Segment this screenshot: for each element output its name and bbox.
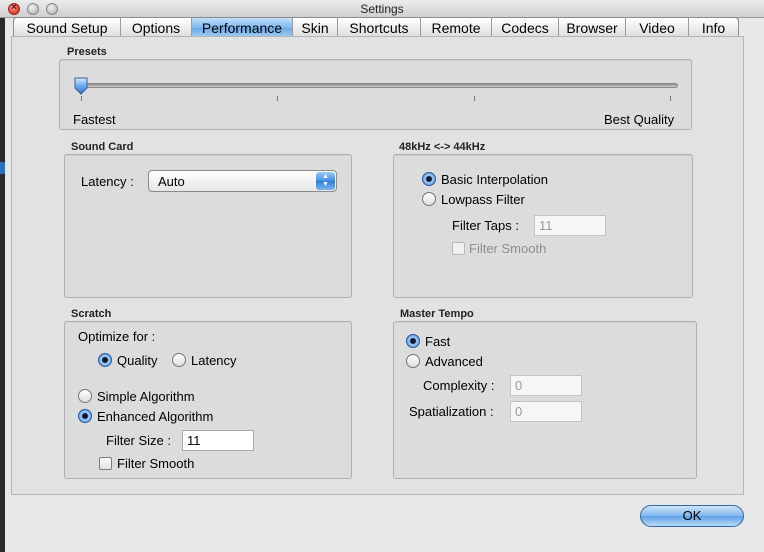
sound-card-label: Sound Card: [71, 141, 134, 153]
tab-sound-setup[interactable]: Sound Setup: [14, 18, 121, 38]
tab-remote[interactable]: Remote: [421, 18, 492, 38]
optimize-for-label: Optimize for :: [78, 329, 156, 344]
master-tempo-label: Master Tempo: [400, 308, 474, 320]
fast-radio[interactable]: [406, 334, 420, 348]
tab-performance[interactable]: Performance: [192, 18, 293, 38]
background-window-accent: [0, 162, 5, 174]
simple-algorithm-radio[interactable]: [78, 389, 92, 403]
quality-label[interactable]: Quality: [117, 353, 157, 368]
filter-size-label: Filter Size :: [106, 433, 172, 448]
latency-option-label[interactable]: Latency: [191, 353, 237, 368]
filter-size-field[interactable]: 11: [182, 430, 254, 451]
resample-filter-smooth-checkbox[interactable]: [452, 242, 465, 255]
latency-popup[interactable]: Auto ▲ ▼: [148, 170, 337, 192]
scratch-label: Scratch: [71, 308, 112, 320]
advanced-radio[interactable]: [406, 354, 420, 368]
presets-slider-thumb[interactable]: [74, 77, 88, 95]
tab-options[interactable]: Options: [121, 18, 192, 38]
latency-value: Auto: [158, 174, 185, 189]
tab-shortcuts[interactable]: Shortcuts: [338, 18, 421, 38]
presets-min-label: Fastest: [73, 112, 116, 127]
tab-codecs[interactable]: Codecs: [492, 18, 559, 38]
slider-tick: [277, 96, 278, 101]
fast-label[interactable]: Fast: [425, 334, 450, 349]
basic-interpolation-label[interactable]: Basic Interpolation: [441, 172, 548, 187]
lowpass-filter-label[interactable]: Lowpass Filter: [441, 192, 525, 207]
enhanced-algorithm-label[interactable]: Enhanced Algorithm: [97, 409, 213, 424]
spatialization-label: Spatialization :: [409, 404, 494, 419]
tab-info[interactable]: Info: [689, 18, 738, 38]
basic-interpolation-radio[interactable]: [422, 172, 436, 186]
complexity-label: Complexity :: [423, 378, 495, 393]
slider-tick: [670, 96, 671, 101]
scratch-filter-smooth-label[interactable]: Filter Smooth: [117, 456, 194, 471]
lowpass-filter-radio[interactable]: [422, 192, 436, 206]
slider-tick: [81, 96, 82, 101]
background-window-edge: [0, 0, 5, 552]
tab-browser[interactable]: Browser: [559, 18, 626, 38]
latency-radio[interactable]: [172, 353, 186, 367]
latency-label: Latency :: [81, 174, 134, 189]
simple-algorithm-label[interactable]: Simple Algorithm: [97, 389, 195, 404]
enhanced-algorithm-radio[interactable]: [78, 409, 92, 423]
resample-filter-smooth-label: Filter Smooth: [469, 241, 547, 256]
complexity-field[interactable]: 0: [510, 375, 582, 396]
filter-taps-label: Filter Taps :: [452, 218, 519, 233]
scratch-filter-smooth-checkbox[interactable]: [99, 457, 112, 470]
slider-tick: [474, 96, 475, 101]
popup-arrows-icon: ▲ ▼: [316, 172, 335, 190]
presets-group: [59, 59, 692, 130]
window-title: Settings: [360, 2, 404, 16]
presets-slider-track[interactable]: [80, 83, 678, 88]
filter-taps-field[interactable]: 11: [534, 215, 606, 236]
tab-video[interactable]: Video: [626, 18, 689, 38]
resample-label: 48kHz <-> 44kHz: [399, 141, 486, 153]
presets-label: Presets: [67, 46, 107, 58]
advanced-label[interactable]: Advanced: [425, 354, 483, 369]
ok-button[interactable]: OK: [640, 505, 744, 527]
quality-radio[interactable]: [98, 353, 112, 367]
presets-max-label: Best Quality: [604, 112, 675, 127]
tab-skin[interactable]: Skin: [293, 18, 338, 38]
title-bar: × Settings: [0, 0, 764, 18]
spatialization-field[interactable]: 0: [510, 401, 582, 422]
